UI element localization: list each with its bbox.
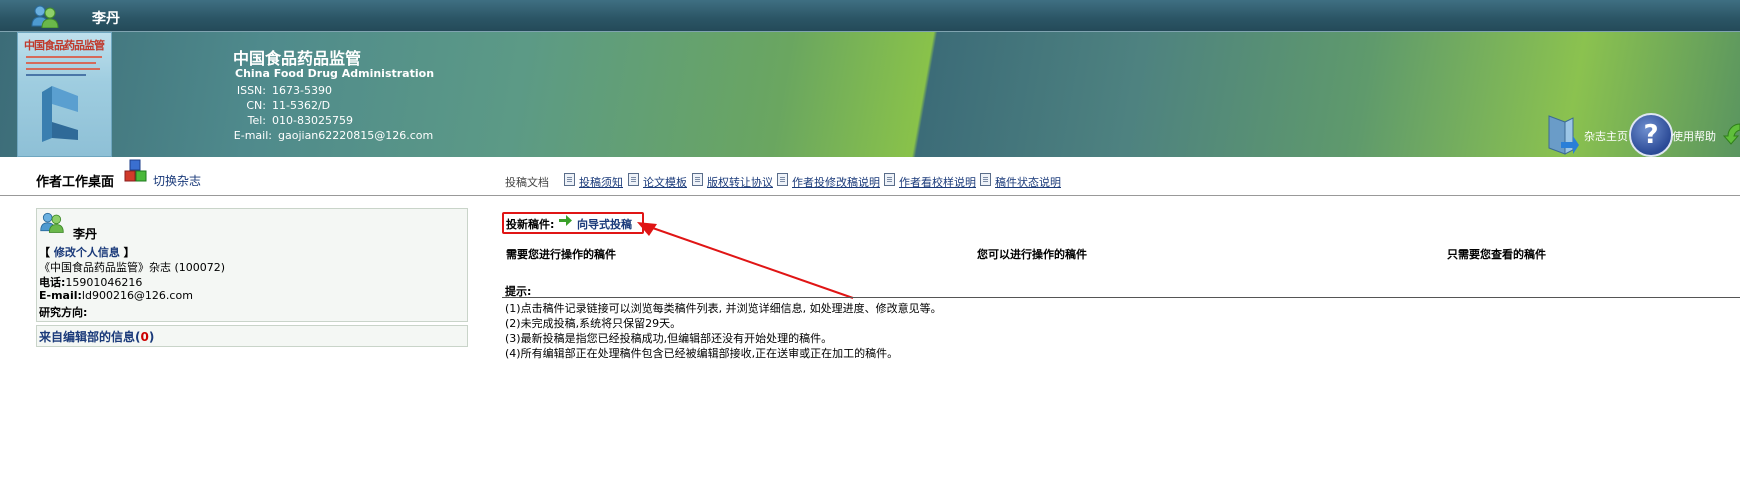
email-label: E-mail:	[233, 129, 272, 142]
journal-home-icon[interactable]	[1543, 112, 1579, 156]
top-username: 李丹	[92, 11, 120, 27]
email-value: gaojian62220815@126.com	[278, 129, 434, 142]
cover-graphic	[42, 86, 78, 142]
tel-value: 010-83025759	[272, 114, 353, 127]
column-view-only[interactable]: 只需要您查看的稿件	[1447, 246, 1546, 262]
switch-journal-link[interactable]: 切换杂志	[153, 172, 201, 189]
document-icon	[980, 173, 991, 186]
new-submission-label: 投新稿件:	[506, 218, 555, 231]
messages-close: )	[148, 330, 155, 344]
profile-name: 李丹	[73, 227, 98, 241]
messages-count: 0	[140, 330, 149, 344]
phone-value: 15901046216	[65, 276, 143, 289]
cover-title: 中国食品药品监管	[24, 39, 105, 52]
top-bar	[0, 0, 1740, 32]
issn-value: 1673-5390	[272, 84, 332, 97]
bracket-open: 【	[39, 246, 54, 259]
tip-item: (2)未完成投稿,系统将只保留29天。	[505, 317, 682, 330]
research-label: 研究方向:	[39, 306, 88, 319]
nav-submission-guide[interactable]: 投稿须知	[579, 174, 623, 190]
cover-text-line	[26, 56, 102, 58]
page-title: 作者工作桌面	[36, 175, 115, 190]
document-icon	[692, 173, 703, 186]
annotation-arrow	[637, 222, 854, 299]
email-row: E-mail: gaojian62220815@126.com	[232, 129, 433, 142]
tip-item: (3)最新投稿是指您已经投稿成功,但编辑部还没有开始处理的稿件。	[505, 332, 833, 345]
nav-proof-guide[interactable]: 作者看校样说明	[899, 174, 976, 190]
wizard-submission-link[interactable]: 向导式投稿	[577, 216, 632, 232]
journal-home-link[interactable]: 杂志主页	[1584, 128, 1628, 144]
document-icon	[628, 173, 639, 186]
phone-label: 电话:	[39, 276, 66, 289]
editor-messages-link[interactable]: 来自编辑部的信息(0)	[39, 328, 154, 345]
journal-name-cn: 中国食品药品监管	[233, 49, 362, 68]
bracket-close: 】	[119, 246, 135, 259]
edit-profile-link[interactable]: 修改个人信息	[54, 246, 120, 259]
docs-label: 投稿文档	[505, 176, 549, 189]
cover-text-line	[26, 74, 86, 76]
cover-text-line	[26, 68, 100, 70]
green-arrow-icon	[559, 215, 572, 226]
email-value: ld900216@126.com	[81, 289, 193, 302]
tips-divider	[502, 297, 1740, 298]
profile-journal: 《中国食品药品监管》杂志 (100072)	[39, 261, 226, 274]
tel-label: Tel:	[247, 114, 266, 127]
document-icon	[777, 173, 788, 186]
profile-email: E-mail:ld900216@126.com	[39, 289, 193, 302]
cn-label: CN:	[246, 99, 266, 112]
users-icon	[40, 212, 64, 233]
nav-divider	[0, 195, 1740, 196]
cubes-icon[interactable]	[123, 158, 149, 184]
refresh-icon[interactable]	[1722, 120, 1740, 152]
profile-phone: 电话:15901046216	[39, 274, 142, 290]
tip-item: (1)点击稿件记录链接可以浏览每类稿件列表, 并浏览详细信息, 如处理进度、修改…	[505, 302, 942, 315]
profile-research: 研究方向:	[39, 304, 87, 320]
nav-paper-template[interactable]: 论文模板	[643, 174, 687, 190]
cn-value: 11-5362/D	[272, 99, 331, 112]
journal-name-en: China Food Drug Administration	[235, 67, 435, 80]
cover-text-line	[26, 62, 96, 64]
edit-profile-row: 【 修改个人信息 】	[39, 244, 135, 260]
column-can-act[interactable]: 您可以进行操作的稿件	[977, 246, 1087, 262]
cn-row: CN: 11-5362/D	[232, 99, 330, 112]
nav-copyright-agreement[interactable]: 版权转让协议	[707, 174, 773, 190]
issn-row: ISSN: 1673-5390	[232, 84, 332, 97]
nav-revision-guide[interactable]: 作者投修改稿说明	[792, 174, 880, 190]
issn-label: ISSN:	[236, 84, 266, 97]
help-icon[interactable]: ?	[1629, 113, 1673, 157]
users-icon	[31, 5, 59, 28]
email-label: E-mail:	[39, 289, 82, 302]
document-icon	[884, 173, 895, 186]
tel-row: Tel: 010-83025759	[232, 114, 353, 127]
document-icon	[564, 173, 575, 186]
messages-label: 来自编辑部的信息(	[39, 330, 141, 344]
tip-item: (4)所有编辑部正在处理稿件包含已经被编辑部接收,正在送审或正在加工的稿件。	[505, 347, 899, 360]
nav-status-guide[interactable]: 稿件状态说明	[995, 174, 1061, 190]
help-link[interactable]: 使用帮助	[1672, 128, 1716, 144]
column-needs-action[interactable]: 需要您进行操作的稿件	[506, 246, 616, 262]
